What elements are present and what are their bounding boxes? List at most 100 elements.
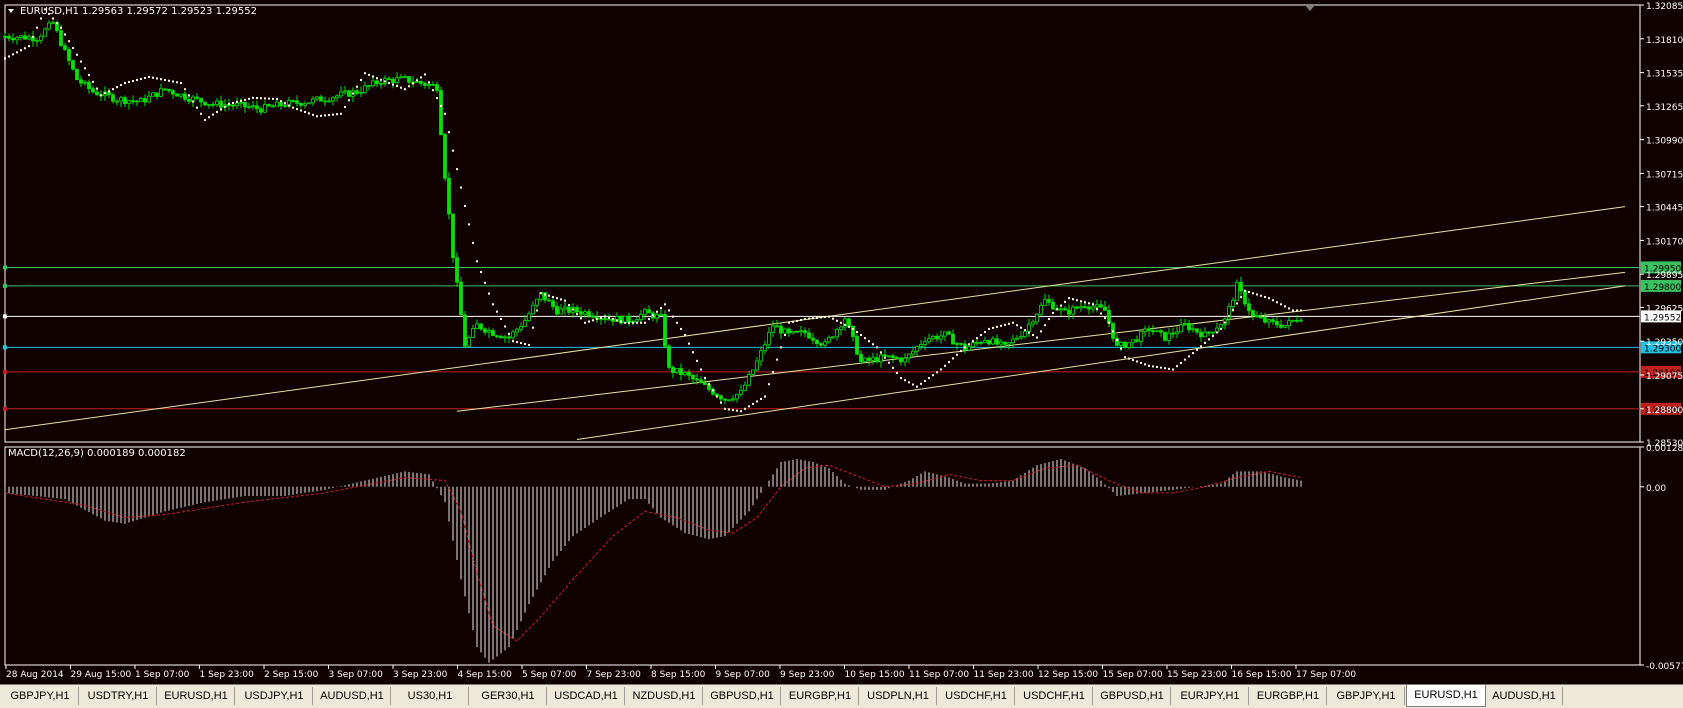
candle-body bbox=[1043, 299, 1047, 306]
chart-tab[interactable]: USDJPY,H1 bbox=[236, 687, 313, 705]
sar-dot bbox=[1144, 363, 1146, 366]
sar-dot bbox=[460, 186, 462, 189]
candle-body bbox=[815, 339, 819, 345]
chart-tab[interactable]: USDCHF,H1 bbox=[1016, 687, 1093, 705]
sar-dot bbox=[940, 368, 942, 371]
sar-dot bbox=[496, 310, 498, 313]
candle-body bbox=[951, 333, 955, 345]
sar-dot bbox=[892, 366, 894, 369]
candle-body bbox=[907, 353, 911, 359]
chart-tab[interactable]: EURGBP,H1 bbox=[782, 687, 859, 705]
candle-body bbox=[219, 100, 223, 108]
chart-tab[interactable]: AUDUSD,H1 bbox=[314, 687, 391, 705]
chart-tab[interactable]: GBPJPY,H1 bbox=[2, 687, 79, 705]
sar-dot bbox=[520, 342, 522, 345]
sar-dot bbox=[1160, 366, 1162, 369]
sar-dot bbox=[196, 106, 198, 109]
candle-body bbox=[355, 90, 359, 94]
macd-tick-label: 0.001288 bbox=[1646, 444, 1683, 454]
sar-dot bbox=[500, 318, 502, 321]
sar-dot bbox=[476, 260, 478, 263]
candle-body bbox=[455, 257, 459, 283]
candle-body bbox=[759, 350, 763, 362]
chart-background bbox=[0, 0, 1683, 684]
sar-dot bbox=[1148, 364, 1150, 367]
chart-tab[interactable]: EURUSD,H1 bbox=[1406, 685, 1486, 707]
candle-body bbox=[767, 332, 771, 346]
candle-body bbox=[1219, 324, 1223, 329]
chart-tab[interactable]: GBPUSD,H1 bbox=[1094, 687, 1171, 705]
sar-dot bbox=[832, 317, 834, 320]
level-handle-left[interactable] bbox=[3, 283, 7, 288]
candle-body bbox=[111, 94, 115, 102]
sar-dot bbox=[208, 116, 210, 119]
candle-body bbox=[935, 335, 939, 340]
sar-dot bbox=[60, 26, 62, 29]
chart-tab[interactable]: USDCHF,H1 bbox=[938, 687, 1015, 705]
level-handle-left[interactable] bbox=[3, 369, 7, 374]
chart-tab[interactable]: AUDUSD,H1 bbox=[1486, 687, 1563, 705]
chart-tab[interactable]: GER30,H1 bbox=[470, 687, 547, 705]
candle-body bbox=[1159, 330, 1163, 333]
sar-dot bbox=[324, 114, 326, 117]
chart-tab-bar: GBPJPY,H1 USDTRY,H1 EURUSD,H1 USDJPY,H1 AUDU… bbox=[0, 684, 1683, 708]
chart-tab[interactable]: EURGBP,H1 bbox=[1250, 687, 1327, 705]
sar-dot bbox=[228, 102, 230, 105]
chart-tab[interactable]: NZDUSD,H1 bbox=[626, 687, 703, 705]
sar-dot bbox=[364, 72, 366, 75]
candle-body bbox=[871, 357, 875, 361]
level-handle-left[interactable] bbox=[3, 345, 7, 350]
sar-dot bbox=[1060, 304, 1062, 307]
sar-dot bbox=[152, 76, 154, 79]
sar-dot bbox=[252, 96, 254, 99]
candle-body bbox=[419, 80, 423, 84]
chart-tab[interactable]: USDPLN,H1 bbox=[860, 687, 937, 705]
sar-dot bbox=[884, 356, 886, 359]
chart-tab[interactable]: USDTRY,H1 bbox=[80, 687, 157, 705]
candle-body bbox=[559, 308, 563, 315]
candle-body bbox=[1039, 304, 1043, 315]
candle-body bbox=[1059, 308, 1063, 311]
candle-body bbox=[183, 93, 187, 100]
chart-tab[interactable]: GBPJPY,H1 bbox=[1328, 687, 1405, 705]
level-handle-left[interactable] bbox=[3, 314, 7, 319]
sar-dot bbox=[596, 318, 598, 321]
y-tick-label: 1.31535 bbox=[1646, 70, 1683, 80]
sar-dot bbox=[136, 78, 138, 81]
macd-tick-label: 0.00 bbox=[1646, 484, 1666, 494]
candle-body bbox=[283, 105, 287, 107]
chart-tab[interactable]: EURUSD,H1 bbox=[158, 687, 235, 705]
candle-body bbox=[1143, 328, 1147, 332]
sar-dot bbox=[1036, 336, 1038, 339]
candle-body bbox=[171, 90, 175, 95]
sar-dot bbox=[220, 108, 222, 111]
sar-dot bbox=[840, 321, 842, 324]
sar-dot bbox=[692, 351, 694, 354]
sar-dot bbox=[272, 97, 274, 100]
candle-body bbox=[1031, 321, 1035, 325]
sar-dot bbox=[1040, 330, 1042, 333]
x-tick-label: 16 Sep 15:00 bbox=[1232, 670, 1292, 680]
candle-body bbox=[1095, 304, 1099, 308]
candle-body bbox=[663, 313, 667, 347]
chart-tab[interactable]: EURJPY,H1 bbox=[1172, 687, 1249, 705]
sar-dot bbox=[316, 115, 318, 118]
level-handle-left[interactable] bbox=[3, 265, 7, 270]
candle-body bbox=[255, 105, 259, 110]
sar-dot bbox=[1072, 298, 1074, 301]
candle-body bbox=[503, 336, 507, 339]
symbol-label: EURUSD,H1 bbox=[20, 6, 79, 17]
candle-body bbox=[79, 79, 83, 84]
y-tick-label: 1.31265 bbox=[1646, 103, 1683, 113]
chart-tab[interactable]: GBPUSD,H1 bbox=[704, 687, 781, 705]
chart-tab[interactable]: US30,H1 bbox=[392, 687, 469, 705]
chart-tab[interactable]: USDCAD,H1 bbox=[548, 687, 625, 705]
candle-body bbox=[359, 91, 363, 94]
sar-dot bbox=[1240, 296, 1242, 299]
price-chart[interactable]: 1.299501.298001.295521.293001.291001.288… bbox=[0, 0, 1683, 684]
candle-body bbox=[1291, 319, 1295, 322]
candle-body bbox=[719, 395, 723, 400]
sar-dot bbox=[472, 241, 474, 244]
sar-dot bbox=[792, 320, 794, 323]
level-handle-left[interactable] bbox=[3, 406, 7, 411]
